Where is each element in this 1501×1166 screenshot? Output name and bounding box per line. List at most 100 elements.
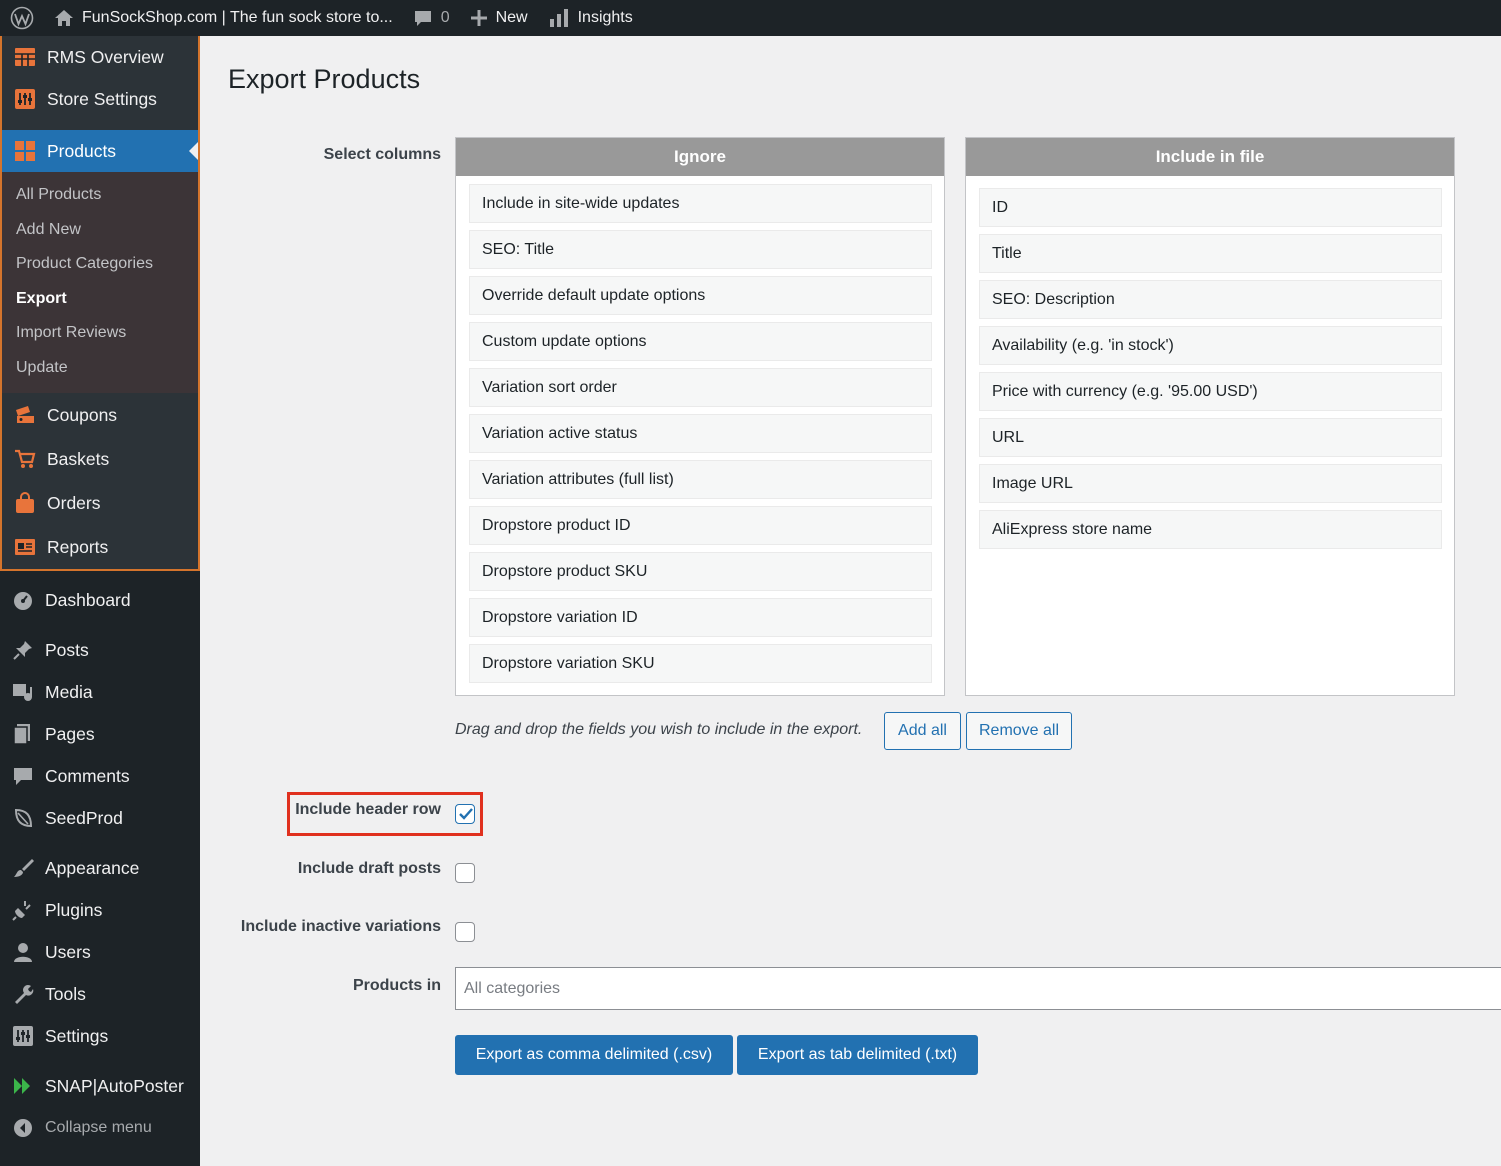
menu-pages[interactable]: Pages (0, 713, 200, 755)
menu-label: Store Settings (47, 88, 157, 109)
menu-dashboard[interactable]: Dashboard (0, 579, 200, 621)
menu-coupons[interactable]: Coupons (2, 393, 198, 437)
insights-link[interactable]: Insights (538, 0, 643, 36)
list-item[interactable]: Variation sort order (469, 368, 932, 407)
menu-label: SNAP|AutoPoster (45, 1075, 184, 1096)
paintbrush-icon (10, 855, 36, 881)
select-columns-label: Select columns (323, 146, 441, 163)
products-submenu: All Products Add New Product Categories … (2, 172, 198, 393)
menu-posts[interactable]: Posts (0, 629, 200, 671)
menu-snap-autoposter[interactable]: SNAP|AutoPoster (0, 1065, 200, 1107)
list-item[interactable]: Price with currency (e.g. '95.00 USD') (979, 372, 1442, 411)
list-item[interactable]: Title (979, 234, 1442, 273)
comment-icon (10, 763, 36, 789)
checkmark-icon (459, 808, 473, 820)
list-item[interactable]: URL (979, 418, 1442, 457)
home-icon (55, 10, 73, 26)
menu-label: Users (45, 941, 91, 962)
products-in-placeholder: All categories (464, 979, 561, 997)
sliders-icon (12, 86, 38, 112)
menu-label: Tools (45, 983, 86, 1004)
list-item[interactable]: SEO: Title (469, 230, 932, 269)
menu-media[interactable]: Media (0, 671, 200, 713)
list-item[interactable]: Variation attributes (full list) (469, 460, 932, 499)
menu-label: Pages (45, 723, 95, 744)
new-content-link[interactable]: New (460, 0, 538, 36)
submenu-update[interactable]: Update (2, 351, 198, 386)
ignore-columns-panel[interactable]: Ignore Include in site-wide updates SEO:… (455, 137, 945, 696)
menu-plugins[interactable]: Plugins (0, 889, 200, 931)
grid-icon (12, 138, 38, 164)
list-item[interactable]: Dropstore variation ID (469, 598, 932, 637)
list-item[interactable]: ID (979, 188, 1442, 227)
page-title: Export Products (228, 64, 421, 94)
menu-baskets[interactable]: Baskets (2, 437, 198, 481)
menu-label: Appearance (45, 857, 140, 878)
menu-label: Reports (47, 536, 109, 557)
menu-seedprod[interactable]: SeedProd (0, 797, 200, 839)
plus-icon (470, 10, 487, 26)
list-item[interactable]: Dropstore product ID (469, 506, 932, 545)
site-name-link[interactable]: FunSockShop.com | The fun sock store to.… (44, 0, 403, 36)
submenu-all-products[interactable]: All Products (2, 178, 198, 213)
list-item[interactable]: Override default update options (469, 276, 932, 315)
products-in-select[interactable]: All categories (455, 967, 1501, 1010)
menu-tools[interactable]: Tools (0, 973, 200, 1015)
comment-bubble-icon (414, 11, 431, 26)
menu-label: Products (47, 140, 117, 161)
menu-rms-overview[interactable]: RMS Overview (2, 36, 198, 78)
menu-label: Dashboard (45, 589, 131, 610)
menu-users[interactable]: Users (0, 931, 200, 973)
wordpress-logo[interactable] (0, 0, 44, 36)
pages-icon (10, 721, 36, 747)
list-item[interactable]: Image URL (979, 464, 1442, 503)
list-item[interactable]: Variation active status (469, 414, 932, 453)
list-item[interactable]: AliExpress store name (979, 510, 1442, 549)
menu-label: Comments (45, 765, 130, 786)
seedprod-leaf-icon (10, 805, 36, 831)
export-txt-button[interactable]: Export as tab delimited (.txt) (737, 1035, 978, 1075)
list-item[interactable]: Dropstore product SKU (469, 552, 932, 591)
include-inactive-variations-label: Include inactive variations (240, 918, 441, 935)
include-inactive-variations-checkbox[interactable] (455, 922, 475, 942)
export-csv-button[interactable]: Export as comma delimited (.csv) (455, 1035, 733, 1075)
menu-label: SeedProd (45, 807, 123, 828)
include-columns-panel[interactable]: Include in file ID Title SEO: Descriptio… (965, 137, 1455, 696)
menu-label: Media (45, 681, 93, 702)
submenu-import-reviews[interactable]: Import Reviews (2, 316, 198, 351)
list-item[interactable]: Dropstore variation SKU (469, 644, 932, 683)
shopping-bag-icon (12, 490, 38, 516)
menu-reports[interactable]: Reports (2, 525, 198, 569)
menu-label: RMS Overview (47, 46, 164, 67)
include-draft-posts-checkbox[interactable] (455, 863, 475, 883)
submenu-export[interactable]: Export (2, 282, 198, 317)
drag-drop-hint: Drag and drop the fields you wish to inc… (455, 721, 863, 738)
list-item[interactable]: Availability (e.g. 'in stock') (979, 326, 1442, 365)
comments-link[interactable]: 0 (403, 0, 460, 36)
bar-chart-icon (549, 9, 568, 27)
remove-all-button[interactable]: Remove all (966, 712, 1072, 750)
menu-label: Posts (45, 639, 89, 660)
menu-store-settings[interactable]: Store Settings (2, 78, 198, 120)
menu-settings[interactable]: Settings (0, 1015, 200, 1057)
menu-label: Orders (47, 492, 101, 513)
site-name: FunSockShop.com | The fun sock store to.… (82, 9, 393, 26)
menu-orders[interactable]: Orders (2, 481, 198, 525)
ignore-header: Ignore (456, 138, 944, 176)
collapse-arrow-icon (10, 1115, 36, 1141)
plug-icon (10, 897, 36, 923)
submenu-add-new[interactable]: Add New (2, 213, 198, 248)
menu-products[interactable]: Products (2, 130, 198, 172)
include-header-row-checkbox[interactable] (455, 804, 475, 824)
settings-sliders-icon (10, 1023, 36, 1049)
menu-comments[interactable]: Comments (0, 755, 200, 797)
list-item[interactable]: Include in site-wide updates (469, 184, 932, 223)
collapse-menu-button[interactable]: Collapse menu (0, 1107, 200, 1149)
list-item[interactable]: Custom update options (469, 322, 932, 361)
submenu-product-categories[interactable]: Product Categories (2, 247, 198, 282)
list-item[interactable]: SEO: Description (979, 280, 1442, 319)
coupon-icon (12, 402, 38, 428)
add-all-button[interactable]: Add all (884, 712, 961, 750)
include-header: Include in file (966, 138, 1454, 176)
menu-appearance[interactable]: Appearance (0, 847, 200, 889)
